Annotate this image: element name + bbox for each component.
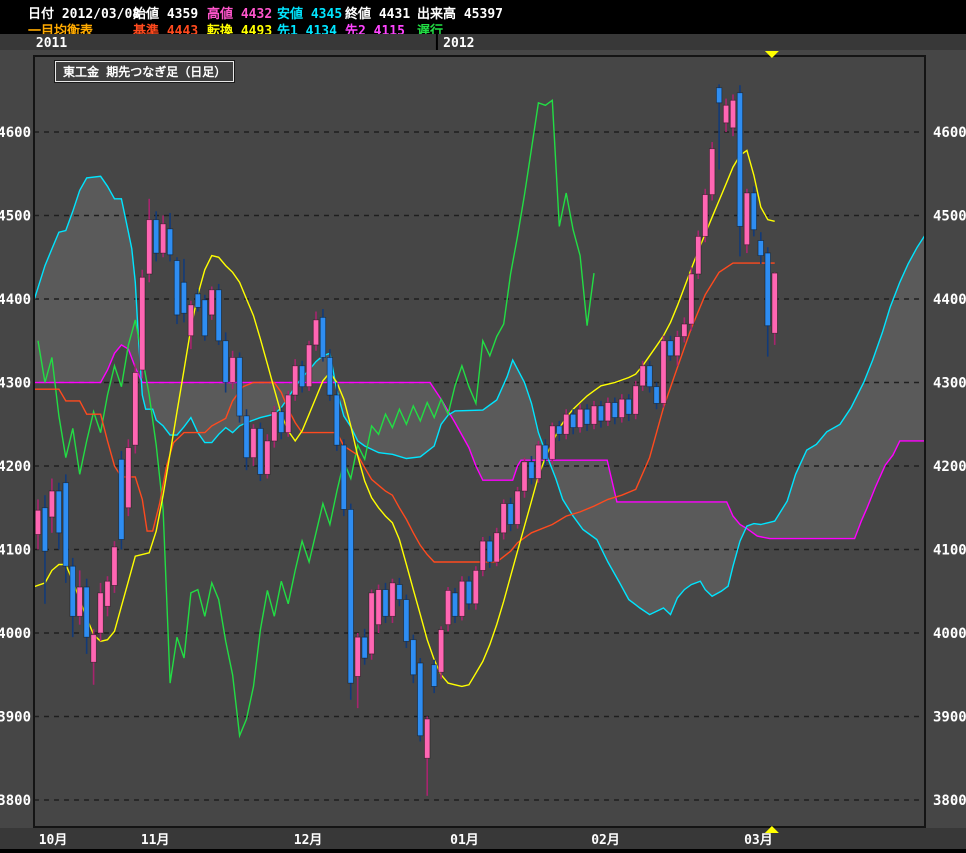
price-chart-canvas[interactable]: 4600 4500 4400 4300 4200 4100 4000 3900 3800 4600… <box>0 0 966 853</box>
svg-text:3900: 3900 <box>0 710 31 726</box>
year-band <box>0 34 966 50</box>
svg-text:4100: 4100 <box>0 543 31 559</box>
svg-text:4600: 4600 <box>933 125 966 141</box>
svg-text:4400: 4400 <box>933 292 966 308</box>
svg-text:4000: 4000 <box>0 626 31 642</box>
trading-terminal-window: 日付 2012/03/08 始値 4359 高値 4432 安値 4345 終値… <box>0 0 966 853</box>
svg-text:4100: 4100 <box>933 543 966 559</box>
svg-text:4300: 4300 <box>933 376 966 392</box>
svg-text:2011: 2011 <box>36 36 67 51</box>
svg-text:4500: 4500 <box>933 209 966 225</box>
svg-text:4300: 4300 <box>0 376 31 392</box>
svg-text:4600: 4600 <box>0 125 31 141</box>
svg-text:2012: 2012 <box>443 36 474 51</box>
chart-title-box: 東工金 期先つなぎ足（日足） <box>55 61 234 82</box>
svg-text:12月: 12月 <box>294 833 323 848</box>
svg-text:02月: 02月 <box>591 833 620 848</box>
svg-text:4200: 4200 <box>933 459 966 475</box>
svg-text:10月: 10月 <box>39 833 68 848</box>
svg-text:03月: 03月 <box>744 833 773 848</box>
svg-text:4500: 4500 <box>0 209 31 225</box>
svg-text:01月: 01月 <box>450 833 479 848</box>
svg-text:3800: 3800 <box>0 793 31 809</box>
svg-text:4200: 4200 <box>0 459 31 475</box>
svg-text:3900: 3900 <box>933 710 966 726</box>
svg-text:4400: 4400 <box>0 292 31 308</box>
svg-text:3800: 3800 <box>933 793 966 809</box>
svg-text:4000: 4000 <box>933 626 966 642</box>
svg-text:11月: 11月 <box>141 833 170 848</box>
